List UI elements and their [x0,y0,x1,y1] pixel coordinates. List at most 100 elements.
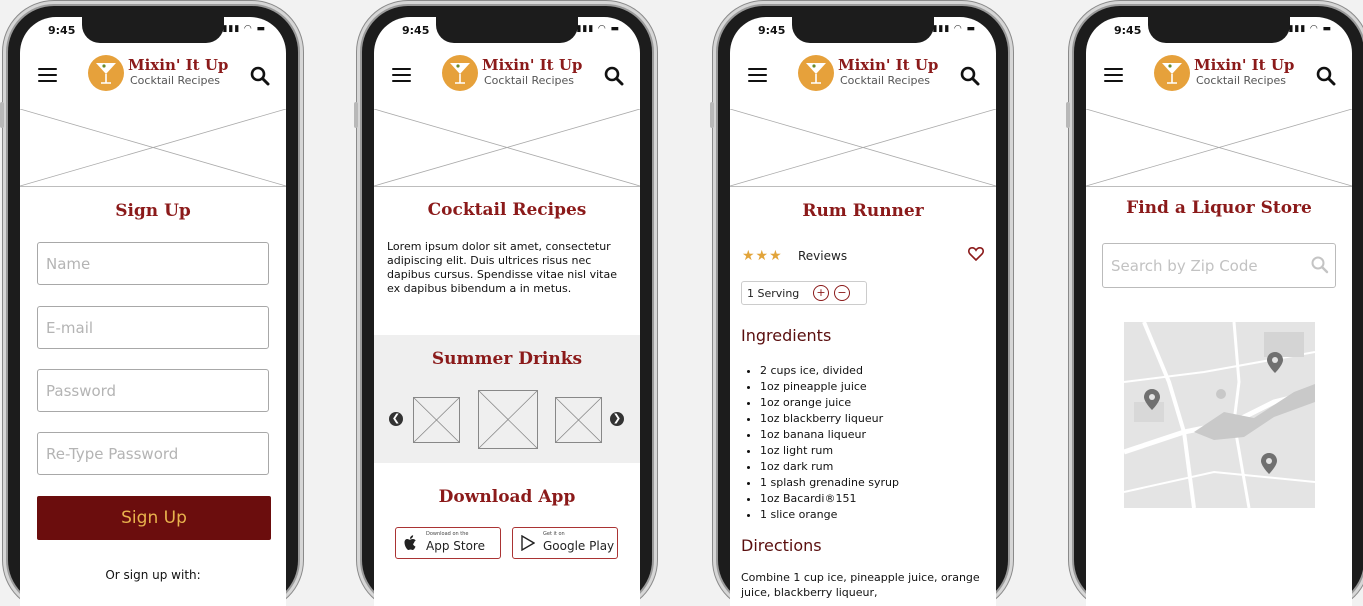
ingredient-item: 1oz pineapple juice [760,379,899,395]
martini-glass-icon [88,55,124,91]
app-bar: Mixin' It Up Cocktail Recipes [730,43,996,110]
increase-serving-button[interactable]: + [813,285,829,301]
download-app-title: Download App [438,487,576,507]
page-title: Cocktail Recipes [427,200,587,220]
logo-subtitle: Cocktail Recipes [1196,74,1286,87]
sign-up-button[interactable]: Sign Up [37,496,271,540]
ingredient-item: 1oz orange juice [760,395,899,411]
drink-carousel: ❮ ❯ [374,385,640,449]
app-bar: Mixin' It Up Cocktail Recipes [20,43,286,110]
drink-image-placeholder[interactable] [478,390,538,449]
summer-drinks-section: Summer Drinks ❮ ❯ [374,335,640,463]
phone-side-button [1066,102,1070,128]
drink-image-placeholder[interactable] [413,397,460,443]
reviews-link[interactable]: Reviews [798,249,847,263]
hamburger-menu-icon[interactable] [392,68,411,82]
status-icons: ▮▮▮ ◠ ▬ [1288,24,1332,34]
status-icons: ▮▮▮ ◠ ▬ [576,24,620,34]
martini-glass-icon [442,55,478,91]
page-title: Find a Liquor Store [1126,198,1312,218]
search-icon[interactable] [250,66,270,86]
logo-title: Mixin' It Up [1194,56,1295,74]
name-field[interactable] [37,242,269,285]
drink-image-placeholder[interactable] [555,397,602,443]
carousel-next-arrow-icon[interactable]: ❯ [610,412,624,426]
screen-recipe-detail: 9:45 ▮▮▮ ◠ ▬ Mixin' It Up Cocktail Recip… [730,17,996,606]
logo[interactable]: Mixin' It Up Cocktail Recipes [1154,55,1299,95]
notch [436,17,578,43]
app-bar: Mixin' It Up Cocktail Recipes [1086,43,1352,110]
store-map[interactable] [1124,322,1315,508]
logo[interactable]: Mixin' It Up Cocktail Recipes [442,55,587,95]
ingredient-item: 1oz dark rum [760,459,899,475]
ingredient-item: 1oz light rum [760,443,899,459]
decrease-serving-button[interactable]: − [834,285,850,301]
phone-side-button [354,102,358,128]
serving-label: 1 Serving [747,287,800,300]
screen-recipes: 9:45 ▮▮▮ ◠ ▬ Mixin' It Up Cocktail Recip… [374,17,640,606]
status-time: 9:45 [1114,24,1142,37]
status-time: 9:45 [758,24,786,37]
favorite-heart-icon[interactable] [968,246,984,261]
ingredients-list: 2 cups ice, divided 1oz pineapple juice … [744,363,899,523]
logo-title: Mixin' It Up [482,56,583,74]
ingredient-item: 2 cups ice, divided [760,363,899,379]
rating-stars[interactable]: ★★★ [742,248,783,264]
name-input[interactable] [38,243,268,284]
status-time: 9:45 [402,24,430,37]
search-icon[interactable] [604,66,624,86]
martini-glass-icon [1154,55,1190,91]
zip-search-input[interactable] [1103,244,1319,287]
summer-drinks-title: Summer Drinks [431,349,583,369]
logo-subtitle: Cocktail Recipes [130,74,220,87]
logo-subtitle: Cocktail Recipes [840,74,930,87]
app-store-small-text: Download on the [426,531,469,537]
serving-stepper: 1 Serving + − [741,281,867,305]
email-field[interactable] [37,306,269,349]
ingredients-heading: Ingredients [741,326,832,345]
logo-title: Mixin' It Up [128,56,229,74]
ingredient-item: 1oz blackberry liqueur [760,411,899,427]
notch [82,17,224,43]
hamburger-menu-icon[interactable] [748,68,767,82]
app-store-label: App Store [426,539,485,553]
hamburger-menu-icon[interactable] [38,68,57,82]
ingredient-item: 1 splash grenadine syrup [760,475,899,491]
intro-text: Lorem ipsum dolor sit amet, consectetur … [387,240,617,295]
password-field[interactable] [37,369,269,412]
google-play-button[interactable]: Get it on Google Play [512,527,618,559]
directions-text: Combine 1 cup ice, pineapple juice, oran… [741,571,980,599]
apple-icon [404,535,418,555]
phone-recipes: 9:45 ▮▮▮ ◠ ▬ Mixin' It Up Cocktail Recip… [354,6,652,606]
email-input[interactable] [38,307,268,348]
phone-side-button [0,102,4,128]
phone-side-button [710,102,714,128]
phone-signup: 9:45 ▮▮▮ ◠ ▬ Mixin' It Up Cocktail Recip… [0,6,298,606]
status-time: 9:45 [48,24,76,37]
password-input[interactable] [38,370,268,411]
hero-image-placeholder [20,109,286,187]
ingredient-item: 1oz Bacardi®151 [760,491,899,507]
directions-heading: Directions [741,536,822,555]
logo[interactable]: Mixin' It Up Cocktail Recipes [88,55,233,95]
logo-title: Mixin' It Up [838,56,939,74]
notch [1148,17,1290,43]
phone-recipe-detail: 9:45 ▮▮▮ ◠ ▬ Mixin' It Up Cocktail Recip… [710,6,1008,606]
hamburger-menu-icon[interactable] [1104,68,1123,82]
status-icons: ▮▮▮ ◠ ▬ [932,24,976,34]
carousel-prev-arrow-icon[interactable]: ❮ [389,412,403,426]
retype-password-input[interactable] [38,433,268,474]
app-bar: Mixin' It Up Cocktail Recipes [374,43,640,110]
hero-image-placeholder [730,109,996,187]
ingredient-item: 1 slice orange [760,507,899,523]
search-icon[interactable] [1311,256,1329,274]
search-icon[interactable] [1316,66,1336,86]
search-icon[interactable] [960,66,980,86]
logo[interactable]: Mixin' It Up Cocktail Recipes [798,55,943,95]
status-icons: ▮▮▮ ◠ ▬ [222,24,266,34]
hero-image-placeholder [374,109,640,187]
retype-password-field[interactable] [37,432,269,475]
zip-search-field[interactable] [1102,243,1336,288]
app-store-button[interactable]: Download on the App Store [395,527,501,559]
google-play-icon [521,534,536,555]
